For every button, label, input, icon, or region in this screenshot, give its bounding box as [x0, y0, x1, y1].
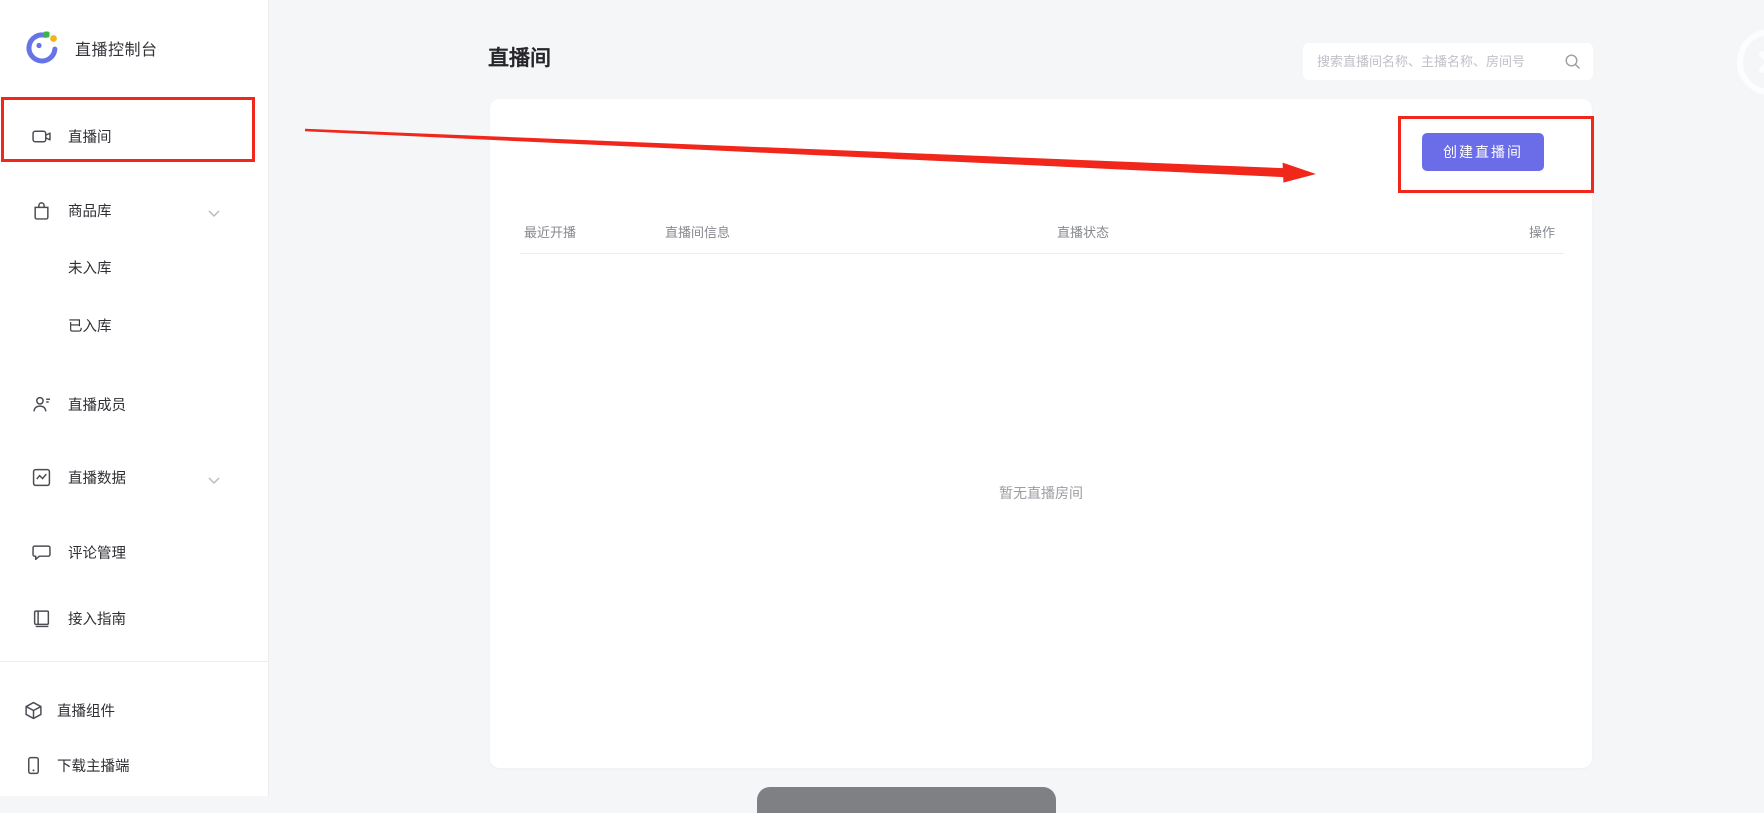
table-header-actions: 操作: [1430, 222, 1555, 241]
create-live-room-button[interactable]: 创建直播间: [1422, 133, 1544, 171]
table-header-live-status: 直播状态: [1057, 222, 1109, 241]
close-x-icon: [1758, 50, 1764, 74]
live-room-list-card: 创建直播间 最近开播 直播间信息 直播状态 操作 暂无直播房间: [490, 99, 1592, 768]
sidebar-item-not-in-library[interactable]: 未入库: [0, 252, 268, 282]
table-header-divider: [520, 253, 1564, 254]
sidebar-item-label: 未入库: [68, 257, 112, 278]
close-overlay-button[interactable]: [1737, 29, 1764, 95]
search-input[interactable]: [1315, 53, 1564, 70]
table-header-room-info: 直播间信息: [665, 222, 730, 241]
comment-icon: [32, 543, 51, 562]
sidebar-item-label: 直播组件: [57, 700, 115, 721]
sidebar-item-comment-management[interactable]: 评论管理: [0, 537, 268, 567]
video-camera-icon: [32, 127, 51, 146]
phone-icon: [24, 756, 43, 775]
sidebar-item-label: 下载主播端: [57, 755, 130, 776]
page-title: 直播间: [488, 42, 551, 72]
search-box[interactable]: [1303, 43, 1593, 80]
cube-icon: [24, 701, 43, 720]
sidebar-item-label: 商品库: [68, 200, 112, 221]
app-header: 直播控制台: [24, 30, 158, 66]
sidebar-item-live-room[interactable]: 直播间: [0, 121, 268, 151]
app-title: 直播控制台: [75, 36, 158, 60]
sidebar: 直播控制台 直播间 商品库 未入库 已入库: [0, 0, 269, 796]
sidebar-item-live-data[interactable]: 直播数据: [0, 462, 268, 492]
table-header-recent-broadcast: 最近开播: [524, 222, 576, 241]
chevron-down-icon[interactable]: [208, 206, 220, 222]
sidebar-item-label: 接入指南: [68, 608, 126, 629]
sidebar-divider: [0, 661, 268, 662]
sidebar-item-label: 直播成员: [68, 394, 126, 415]
app-logo-icon: [24, 30, 60, 66]
sidebar-item-integration-guide[interactable]: 接入指南: [0, 603, 268, 633]
sidebar-item-label: 直播间: [68, 126, 112, 147]
chevron-down-icon[interactable]: [208, 473, 220, 489]
sidebar-item-download-host-app[interactable]: 下载主播端: [0, 750, 268, 780]
empty-state-text: 暂无直播房间: [490, 483, 1592, 503]
sidebar-item-live-components[interactable]: 直播组件: [0, 695, 268, 725]
sidebar-item-in-library[interactable]: 已入库: [0, 310, 268, 340]
sidebar-item-label: 评论管理: [68, 542, 126, 563]
sidebar-item-live-members[interactable]: 直播成员: [0, 389, 268, 419]
bottom-toast-partial: [757, 787, 1056, 813]
user-icon: [32, 395, 51, 414]
sidebar-item-product-library[interactable]: 商品库: [0, 195, 268, 225]
guide-book-icon: [32, 609, 51, 628]
magnifier-icon[interactable]: [1564, 53, 1581, 70]
sidebar-item-label: 已入库: [68, 315, 112, 336]
sidebar-item-label: 直播数据: [68, 467, 126, 488]
bag-icon: [32, 201, 51, 220]
chart-icon: [32, 468, 51, 487]
